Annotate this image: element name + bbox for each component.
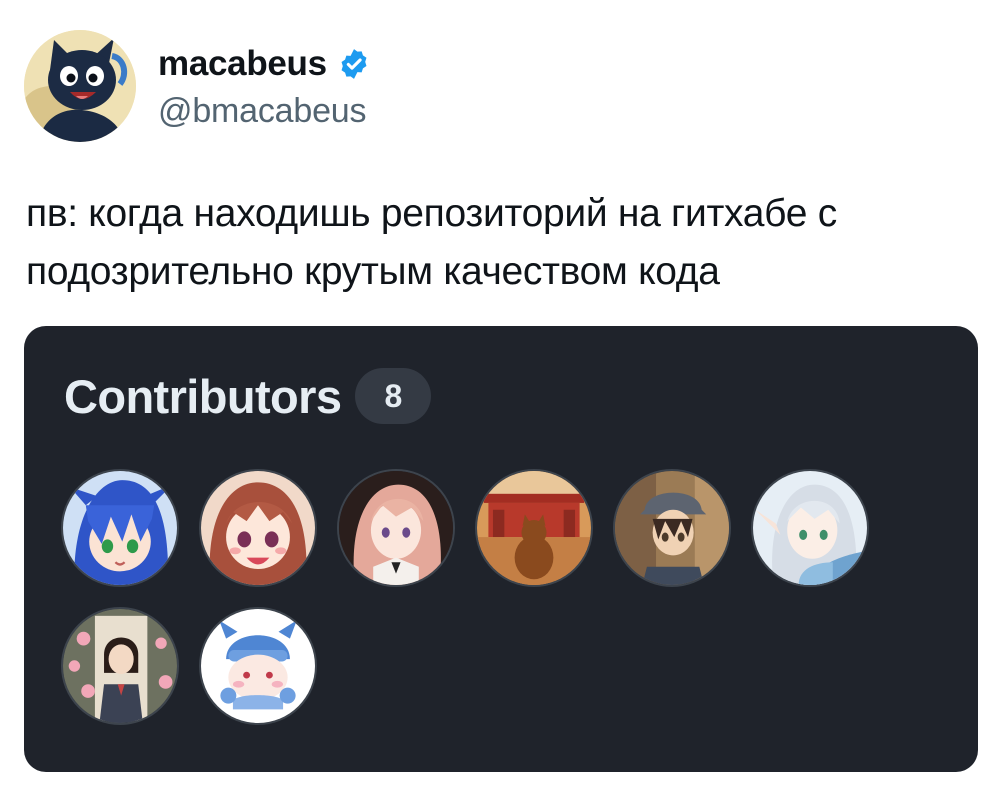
contributors-title: Contributors [64, 369, 342, 423]
anime-red-hair-avatar-icon [201, 471, 315, 585]
author-avatar[interactable] [24, 30, 136, 142]
contributor-avatar[interactable] [613, 469, 731, 587]
post-text-line: пв: когда находишь репозиторий на гитхаб… [26, 192, 837, 235]
contributor-avatar[interactable] [61, 607, 179, 725]
anime-boy-cap-avatar-icon [615, 471, 729, 585]
cat-at-temple-avatar-icon [477, 471, 591, 585]
contributor-avatar[interactable] [199, 607, 317, 725]
contributor-avatar[interactable] [475, 469, 593, 587]
author-handle[interactable]: @bmacabeus [158, 92, 366, 131]
anime-elf-avatar-icon [753, 471, 867, 585]
post-text-line: подозрительно крутым качеством кода [26, 250, 720, 293]
anime-pink-hair-avatar-icon [339, 471, 453, 585]
contributors-card[interactable]: Contributors 8 [24, 326, 978, 772]
verified-badge-icon [337, 47, 371, 81]
anime-girl-portrait-avatar-icon [63, 609, 177, 723]
contributor-avatar[interactable] [199, 469, 317, 587]
tweet: macabeus @bmacabeus пв: когда находишь р… [0, 0, 1000, 797]
contributor-avatar[interactable] [61, 469, 179, 587]
author-display-name[interactable]: macabeus [158, 44, 371, 84]
display-name-text: macabeus [158, 44, 327, 83]
anime-blue-hair-avatar-icon [63, 471, 177, 585]
post-text: пв: когда находишь репозиторий на гитхаб… [26, 185, 976, 301]
contributors-header: Contributors 8 [64, 368, 432, 424]
chibi-blue-hat-avatar-icon [201, 609, 315, 723]
contributor-avatar[interactable] [337, 469, 455, 587]
contributors-count-badge: 8 [355, 368, 432, 424]
cartoon-cat-avatar-icon [24, 30, 136, 142]
contributor-avatar[interactable] [751, 469, 869, 587]
